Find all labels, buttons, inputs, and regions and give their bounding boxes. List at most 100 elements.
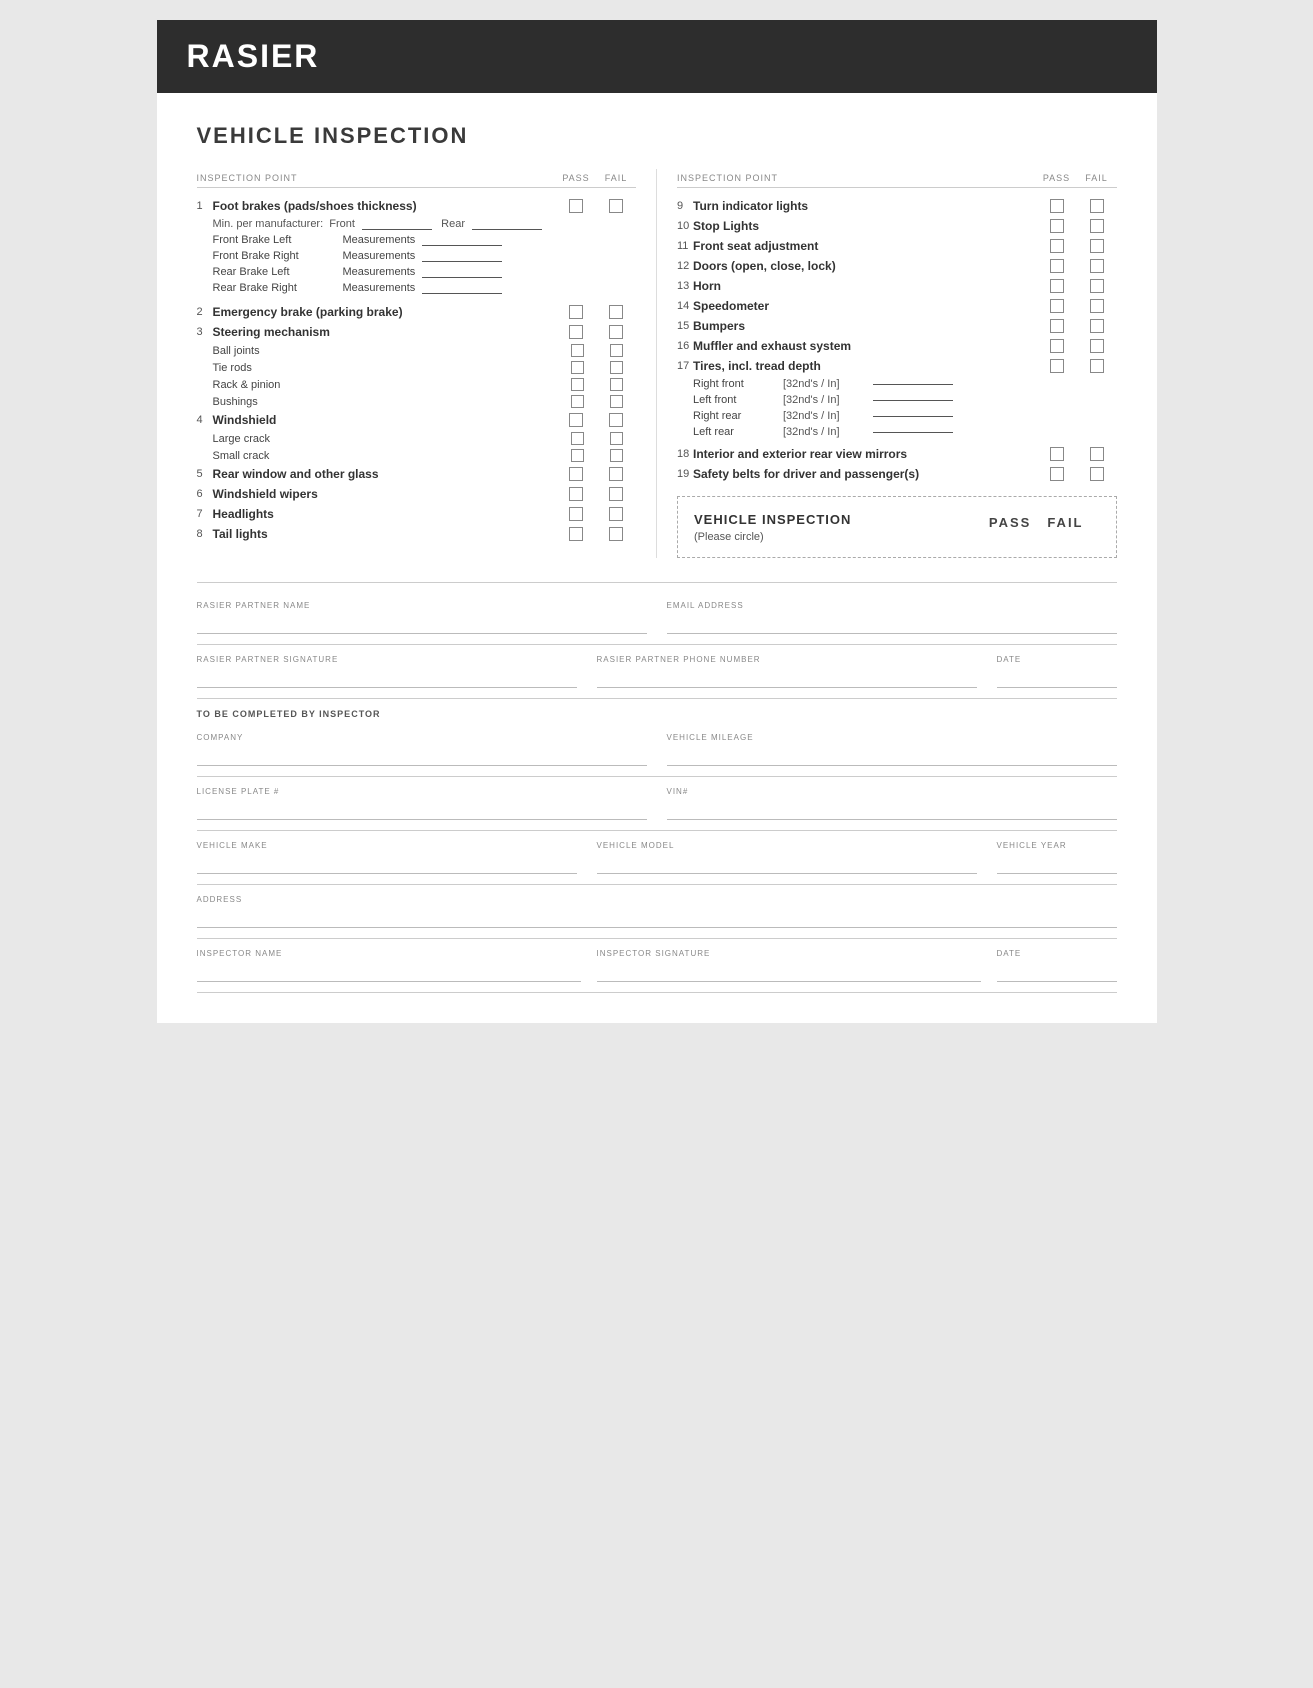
item-4-fail-checkbox[interactable] <box>609 413 623 427</box>
item-16-row: 16 Muffler and exhaust system <box>677 336 1117 356</box>
vehicle-model-field: VEHICLE MODEL <box>597 841 977 874</box>
item-17-pass-checkbox[interactable] <box>1050 359 1064 373</box>
item-9-pass-checkbox[interactable] <box>1050 199 1064 213</box>
item-1-pass-checkbox[interactable] <box>569 199 583 213</box>
inspector-name-field: INSPECTOR NAME <box>197 949 581 982</box>
left-rear-line <box>873 432 953 433</box>
company-label: COMPANY <box>197 733 647 742</box>
tie-rods-pass[interactable] <box>571 361 584 374</box>
item-18-pass-checkbox[interactable] <box>1050 447 1064 461</box>
rack-pinion-pass[interactable] <box>571 378 584 391</box>
item-13-fail-checkbox[interactable] <box>1090 279 1104 293</box>
item-3-label: Steering mechanism <box>213 325 557 339</box>
item-19-fail-checkbox[interactable] <box>1090 467 1104 481</box>
item-8-row: 8 Tail lights <box>197 524 637 544</box>
bushings-pass[interactable] <box>571 395 584 408</box>
vehicle-make-line <box>197 854 577 874</box>
item-8-fail-checkbox[interactable] <box>609 527 623 541</box>
license-plate-field: LICENSE PLATE # <box>197 787 647 820</box>
item-2-row: 2 Emergency brake (parking brake) <box>197 302 637 322</box>
small-crack-label: Small crack <box>213 450 559 462</box>
bushings-label: Bushings <box>213 396 559 408</box>
item-9-fail-checkbox[interactable] <box>1090 199 1104 213</box>
address-label: ADDRESS <box>197 895 1117 904</box>
item-12-fail-checkbox[interactable] <box>1090 259 1104 273</box>
item-4-pass-checkbox[interactable] <box>569 413 583 427</box>
item-19-pass-checkbox[interactable] <box>1050 467 1064 481</box>
item-2-fail-checkbox[interactable] <box>609 305 623 319</box>
item-16-num: 16 <box>677 340 693 352</box>
item-11-fail-checkbox[interactable] <box>1090 239 1104 253</box>
item-7-fail-checkbox[interactable] <box>609 507 623 521</box>
item-1-fail-checkbox[interactable] <box>609 199 623 213</box>
vehicle-mileage-line <box>667 746 1117 766</box>
pass-label: PASS <box>989 515 1031 530</box>
item-14-pass-checkbox[interactable] <box>1050 299 1064 313</box>
large-crack-pass[interactable] <box>571 432 584 445</box>
item-8-num: 8 <box>197 528 213 540</box>
item-1-label: Foot brakes (pads/shoes thickness) <box>213 199 557 213</box>
item-7-row: 7 Headlights <box>197 504 637 524</box>
item-5-fail-checkbox[interactable] <box>609 467 623 481</box>
item-18-num: 18 <box>677 448 693 460</box>
fail-label: FAIL <box>1047 515 1083 530</box>
company-line <box>197 746 647 766</box>
item-10-pass-checkbox[interactable] <box>1050 219 1064 233</box>
item-2-pass-checkbox[interactable] <box>569 305 583 319</box>
small-crack-fail[interactable] <box>610 449 623 462</box>
ball-joints-pass[interactable] <box>571 344 584 357</box>
item-14-fail-checkbox[interactable] <box>1090 299 1104 313</box>
date2-label: DATE <box>997 949 1117 958</box>
item-18-label: Interior and exterior rear view mirrors <box>693 447 1037 461</box>
item-15-fail-checkbox[interactable] <box>1090 319 1104 333</box>
rear-line <box>472 229 542 230</box>
large-crack-fail[interactable] <box>610 432 623 445</box>
item-5-pass-checkbox[interactable] <box>569 467 583 481</box>
vehicle-mileage-label: VEHICLE MILEAGE <box>667 733 1117 742</box>
item-18-fail-checkbox[interactable] <box>1090 447 1104 461</box>
item-17-num: 17 <box>677 360 693 372</box>
item-10-fail-checkbox[interactable] <box>1090 219 1104 233</box>
ball-joints-fail[interactable] <box>610 344 623 357</box>
item-3-row: 3 Steering mechanism <box>197 322 637 342</box>
left-front-line <box>873 400 953 401</box>
page: RASIER VEHICLE INSPECTION INSPECTION POI… <box>157 20 1157 1023</box>
item-8-pass-checkbox[interactable] <box>569 527 583 541</box>
address-field: ADDRESS <box>197 895 1117 928</box>
item-2-label: Emergency brake (parking brake) <box>213 305 557 319</box>
item-11-pass-checkbox[interactable] <box>1050 239 1064 253</box>
rear-brake-left-line <box>422 277 502 278</box>
rack-pinion-fail[interactable] <box>610 378 623 391</box>
rasier-partner-name-label: RASIER PARTNER NAME <box>197 601 647 610</box>
item-6-fail-checkbox[interactable] <box>609 487 623 501</box>
item-15-pass-checkbox[interactable] <box>1050 319 1064 333</box>
item-11-num: 11 <box>677 240 693 252</box>
vehicle-inspection-result-left: VEHICLE INSPECTION (Please circle) <box>694 511 871 543</box>
date2-field: DATE <box>997 949 1117 982</box>
pass-fail-row: PASS FAIL <box>989 515 1100 530</box>
left-front-label: Left front <box>693 394 783 406</box>
tie-rods-fail[interactable] <box>610 361 623 374</box>
right-rear-unit: [32nd's / In] <box>783 410 873 422</box>
item-3-fail-checkbox[interactable] <box>609 325 623 339</box>
rasier-partner-phone-label: RASIER PARTNER PHONE NUMBER <box>597 655 977 664</box>
item-5-num: 5 <box>197 468 213 480</box>
item-16-pass-checkbox[interactable] <box>1050 339 1064 353</box>
item-13-num: 13 <box>677 280 693 292</box>
item-6-pass-checkbox[interactable] <box>569 487 583 501</box>
item-13-pass-checkbox[interactable] <box>1050 279 1064 293</box>
right-inspection-point-label: INSPECTION POINT <box>677 173 1037 183</box>
large-crack-label: Large crack <box>213 433 559 445</box>
rasier-partner-signature-label: RASIER PARTNER SIGNATURE <box>197 655 577 664</box>
small-crack-pass[interactable] <box>571 449 584 462</box>
item-12-pass-checkbox[interactable] <box>1050 259 1064 273</box>
bushings-fail[interactable] <box>610 395 623 408</box>
item-17-fail-checkbox[interactable] <box>1090 359 1104 373</box>
footer-row-3: COMPANY VEHICLE MILEAGE <box>197 723 1117 777</box>
item-3-pass-checkbox[interactable] <box>569 325 583 339</box>
vehicle-make-field: VEHICLE MAKE <box>197 841 577 874</box>
item-16-fail-checkbox[interactable] <box>1090 339 1104 353</box>
item-7-pass-checkbox[interactable] <box>569 507 583 521</box>
column-divider <box>656 169 657 558</box>
item-6-row: 6 Windshield wipers <box>197 484 637 504</box>
